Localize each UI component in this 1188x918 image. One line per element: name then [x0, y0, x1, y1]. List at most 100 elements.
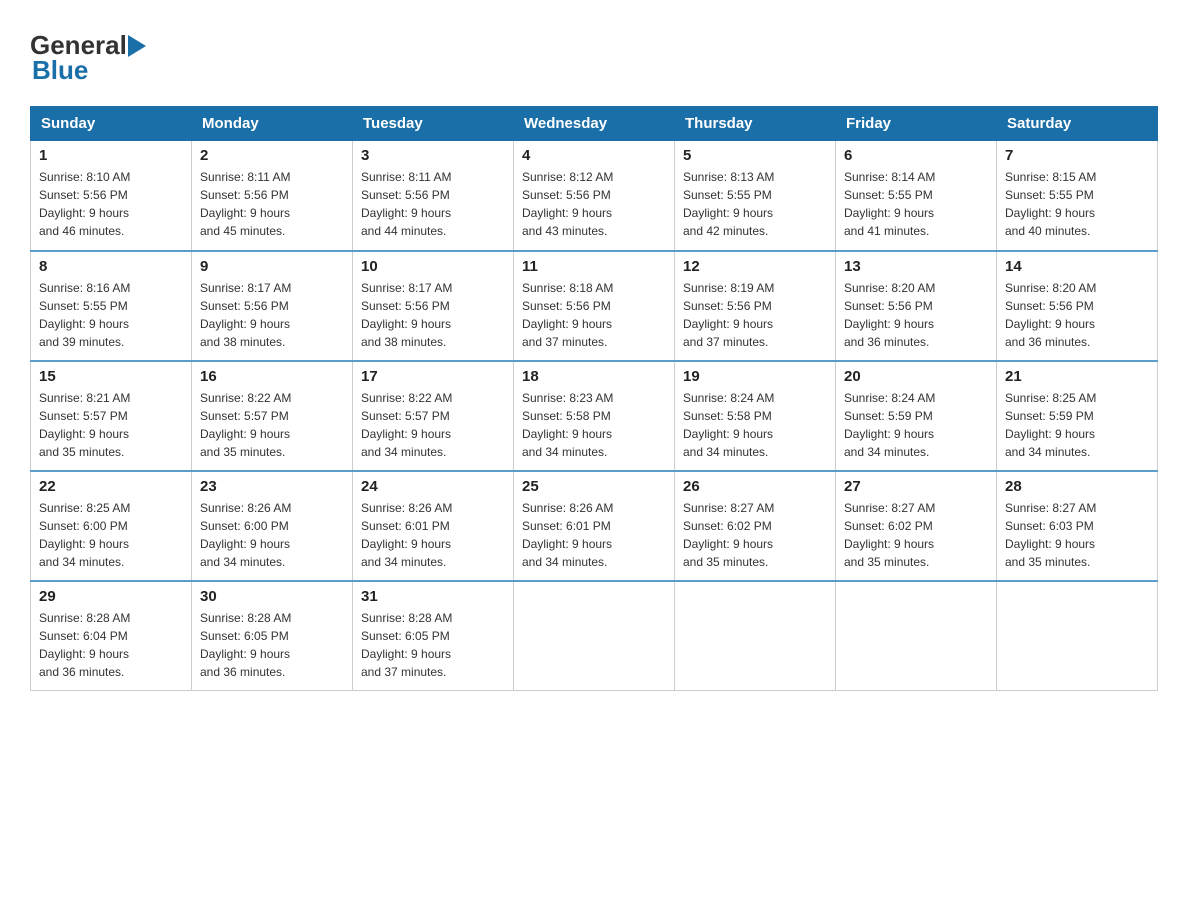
day-info: Sunrise: 8:18 AMSunset: 5:56 PMDaylight:…: [522, 281, 613, 349]
day-info: Sunrise: 8:13 AMSunset: 5:55 PMDaylight:…: [683, 170, 774, 238]
day-number: 28: [1005, 478, 1149, 495]
day-cell: 6 Sunrise: 8:14 AMSunset: 5:55 PMDayligh…: [836, 141, 997, 251]
day-cell: 1 Sunrise: 8:10 AMSunset: 5:56 PMDayligh…: [31, 141, 192, 251]
day-cell: 27 Sunrise: 8:27 AMSunset: 6:02 PMDaylig…: [836, 471, 997, 581]
day-info: Sunrise: 8:26 AMSunset: 6:01 PMDaylight:…: [522, 501, 613, 569]
day-cell: 17 Sunrise: 8:22 AMSunset: 5:57 PMDaylig…: [353, 361, 514, 471]
day-cell: 11 Sunrise: 8:18 AMSunset: 5:56 PMDaylig…: [514, 251, 675, 361]
day-cell: 23 Sunrise: 8:26 AMSunset: 6:00 PMDaylig…: [192, 471, 353, 581]
day-info: Sunrise: 8:28 AMSunset: 6:05 PMDaylight:…: [200, 611, 291, 679]
day-number: 19: [683, 368, 827, 385]
day-info: Sunrise: 8:17 AMSunset: 5:56 PMDaylight:…: [200, 281, 291, 349]
day-info: Sunrise: 8:20 AMSunset: 5:56 PMDaylight:…: [844, 281, 935, 349]
day-info: Sunrise: 8:14 AMSunset: 5:55 PMDaylight:…: [844, 170, 935, 238]
day-cell: 18 Sunrise: 8:23 AMSunset: 5:58 PMDaylig…: [514, 361, 675, 471]
week-row-5: 29 Sunrise: 8:28 AMSunset: 6:04 PMDaylig…: [31, 581, 1158, 691]
day-info: Sunrise: 8:11 AMSunset: 5:56 PMDaylight:…: [200, 170, 291, 238]
day-info: Sunrise: 8:26 AMSunset: 6:01 PMDaylight:…: [361, 501, 452, 569]
day-cell: 29 Sunrise: 8:28 AMSunset: 6:04 PMDaylig…: [31, 581, 192, 691]
day-number: 18: [522, 368, 666, 385]
day-number: 23: [200, 478, 344, 495]
day-number: 25: [522, 478, 666, 495]
day-cell: 19 Sunrise: 8:24 AMSunset: 5:58 PMDaylig…: [675, 361, 836, 471]
day-info: Sunrise: 8:22 AMSunset: 5:57 PMDaylight:…: [200, 391, 291, 459]
day-cell: 4 Sunrise: 8:12 AMSunset: 5:56 PMDayligh…: [514, 141, 675, 251]
day-info: Sunrise: 8:12 AMSunset: 5:56 PMDaylight:…: [522, 170, 613, 238]
day-info: Sunrise: 8:25 AMSunset: 5:59 PMDaylight:…: [1005, 391, 1096, 459]
day-info: Sunrise: 8:21 AMSunset: 5:57 PMDaylight:…: [39, 391, 130, 459]
day-number: 27: [844, 478, 988, 495]
day-info: Sunrise: 8:15 AMSunset: 5:55 PMDaylight:…: [1005, 170, 1096, 238]
day-number: 2: [200, 147, 344, 164]
day-number: 14: [1005, 258, 1149, 275]
day-number: 11: [522, 258, 666, 275]
day-cell: 3 Sunrise: 8:11 AMSunset: 5:56 PMDayligh…: [353, 141, 514, 251]
day-info: Sunrise: 8:16 AMSunset: 5:55 PMDaylight:…: [39, 281, 130, 349]
day-info: Sunrise: 8:19 AMSunset: 5:56 PMDaylight:…: [683, 281, 774, 349]
day-number: 15: [39, 368, 183, 385]
day-cell: 25 Sunrise: 8:26 AMSunset: 6:01 PMDaylig…: [514, 471, 675, 581]
week-row-3: 15 Sunrise: 8:21 AMSunset: 5:57 PMDaylig…: [31, 361, 1158, 471]
day-cell: 20 Sunrise: 8:24 AMSunset: 5:59 PMDaylig…: [836, 361, 997, 471]
day-info: Sunrise: 8:23 AMSunset: 5:58 PMDaylight:…: [522, 391, 613, 459]
day-info: Sunrise: 8:27 AMSunset: 6:02 PMDaylight:…: [683, 501, 774, 569]
day-cell: 30 Sunrise: 8:28 AMSunset: 6:05 PMDaylig…: [192, 581, 353, 691]
day-info: Sunrise: 8:24 AMSunset: 5:59 PMDaylight:…: [844, 391, 935, 459]
logo: General Blue: [30, 20, 147, 86]
day-cell: 2 Sunrise: 8:11 AMSunset: 5:56 PMDayligh…: [192, 141, 353, 251]
col-header-monday: Monday: [192, 107, 353, 141]
day-number: 31: [361, 588, 505, 605]
day-info: Sunrise: 8:27 AMSunset: 6:03 PMDaylight:…: [1005, 501, 1096, 569]
day-cell: 26 Sunrise: 8:27 AMSunset: 6:02 PMDaylig…: [675, 471, 836, 581]
day-info: Sunrise: 8:25 AMSunset: 6:00 PMDaylight:…: [39, 501, 130, 569]
day-info: Sunrise: 8:20 AMSunset: 5:56 PMDaylight:…: [1005, 281, 1096, 349]
day-info: Sunrise: 8:28 AMSunset: 6:05 PMDaylight:…: [361, 611, 452, 679]
header-row: SundayMondayTuesdayWednesdayThursdayFrid…: [31, 107, 1158, 141]
day-number: 7: [1005, 147, 1149, 164]
page-header: General Blue: [30, 20, 1158, 86]
day-number: 13: [844, 258, 988, 275]
day-info: Sunrise: 8:28 AMSunset: 6:04 PMDaylight:…: [39, 611, 130, 679]
day-info: Sunrise: 8:24 AMSunset: 5:58 PMDaylight:…: [683, 391, 774, 459]
day-cell: 16 Sunrise: 8:22 AMSunset: 5:57 PMDaylig…: [192, 361, 353, 471]
logo-triangle-icon: [128, 35, 146, 57]
calendar-table: SundayMondayTuesdayWednesdayThursdayFrid…: [30, 106, 1158, 691]
day-number: 6: [844, 147, 988, 164]
day-cell: [675, 581, 836, 691]
day-info: Sunrise: 8:11 AMSunset: 5:56 PMDaylight:…: [361, 170, 452, 238]
day-number: 8: [39, 258, 183, 275]
day-number: 1: [39, 147, 183, 164]
col-header-sunday: Sunday: [31, 107, 192, 141]
col-header-wednesday: Wednesday: [514, 107, 675, 141]
day-cell: 28 Sunrise: 8:27 AMSunset: 6:03 PMDaylig…: [997, 471, 1158, 581]
day-info: Sunrise: 8:17 AMSunset: 5:56 PMDaylight:…: [361, 281, 452, 349]
day-number: 24: [361, 478, 505, 495]
day-cell: 12 Sunrise: 8:19 AMSunset: 5:56 PMDaylig…: [675, 251, 836, 361]
logo-blue-text: Blue: [32, 55, 88, 86]
week-row-4: 22 Sunrise: 8:25 AMSunset: 6:00 PMDaylig…: [31, 471, 1158, 581]
day-cell: 15 Sunrise: 8:21 AMSunset: 5:57 PMDaylig…: [31, 361, 192, 471]
day-cell: 24 Sunrise: 8:26 AMSunset: 6:01 PMDaylig…: [353, 471, 514, 581]
day-number: 4: [522, 147, 666, 164]
day-number: 16: [200, 368, 344, 385]
day-cell: 22 Sunrise: 8:25 AMSunset: 6:00 PMDaylig…: [31, 471, 192, 581]
day-cell: 9 Sunrise: 8:17 AMSunset: 5:56 PMDayligh…: [192, 251, 353, 361]
day-cell: 31 Sunrise: 8:28 AMSunset: 6:05 PMDaylig…: [353, 581, 514, 691]
day-number: 21: [1005, 368, 1149, 385]
day-number: 3: [361, 147, 505, 164]
day-info: Sunrise: 8:27 AMSunset: 6:02 PMDaylight:…: [844, 501, 935, 569]
day-number: 22: [39, 478, 183, 495]
week-row-1: 1 Sunrise: 8:10 AMSunset: 5:56 PMDayligh…: [31, 141, 1158, 251]
day-number: 10: [361, 258, 505, 275]
col-header-tuesday: Tuesday: [353, 107, 514, 141]
day-cell: 10 Sunrise: 8:17 AMSunset: 5:56 PMDaylig…: [353, 251, 514, 361]
day-cell: 7 Sunrise: 8:15 AMSunset: 5:55 PMDayligh…: [997, 141, 1158, 251]
col-header-thursday: Thursday: [675, 107, 836, 141]
day-cell: [997, 581, 1158, 691]
col-header-friday: Friday: [836, 107, 997, 141]
day-info: Sunrise: 8:10 AMSunset: 5:56 PMDaylight:…: [39, 170, 130, 238]
day-number: 29: [39, 588, 183, 605]
day-cell: 21 Sunrise: 8:25 AMSunset: 5:59 PMDaylig…: [997, 361, 1158, 471]
day-cell: 14 Sunrise: 8:20 AMSunset: 5:56 PMDaylig…: [997, 251, 1158, 361]
day-number: 30: [200, 588, 344, 605]
